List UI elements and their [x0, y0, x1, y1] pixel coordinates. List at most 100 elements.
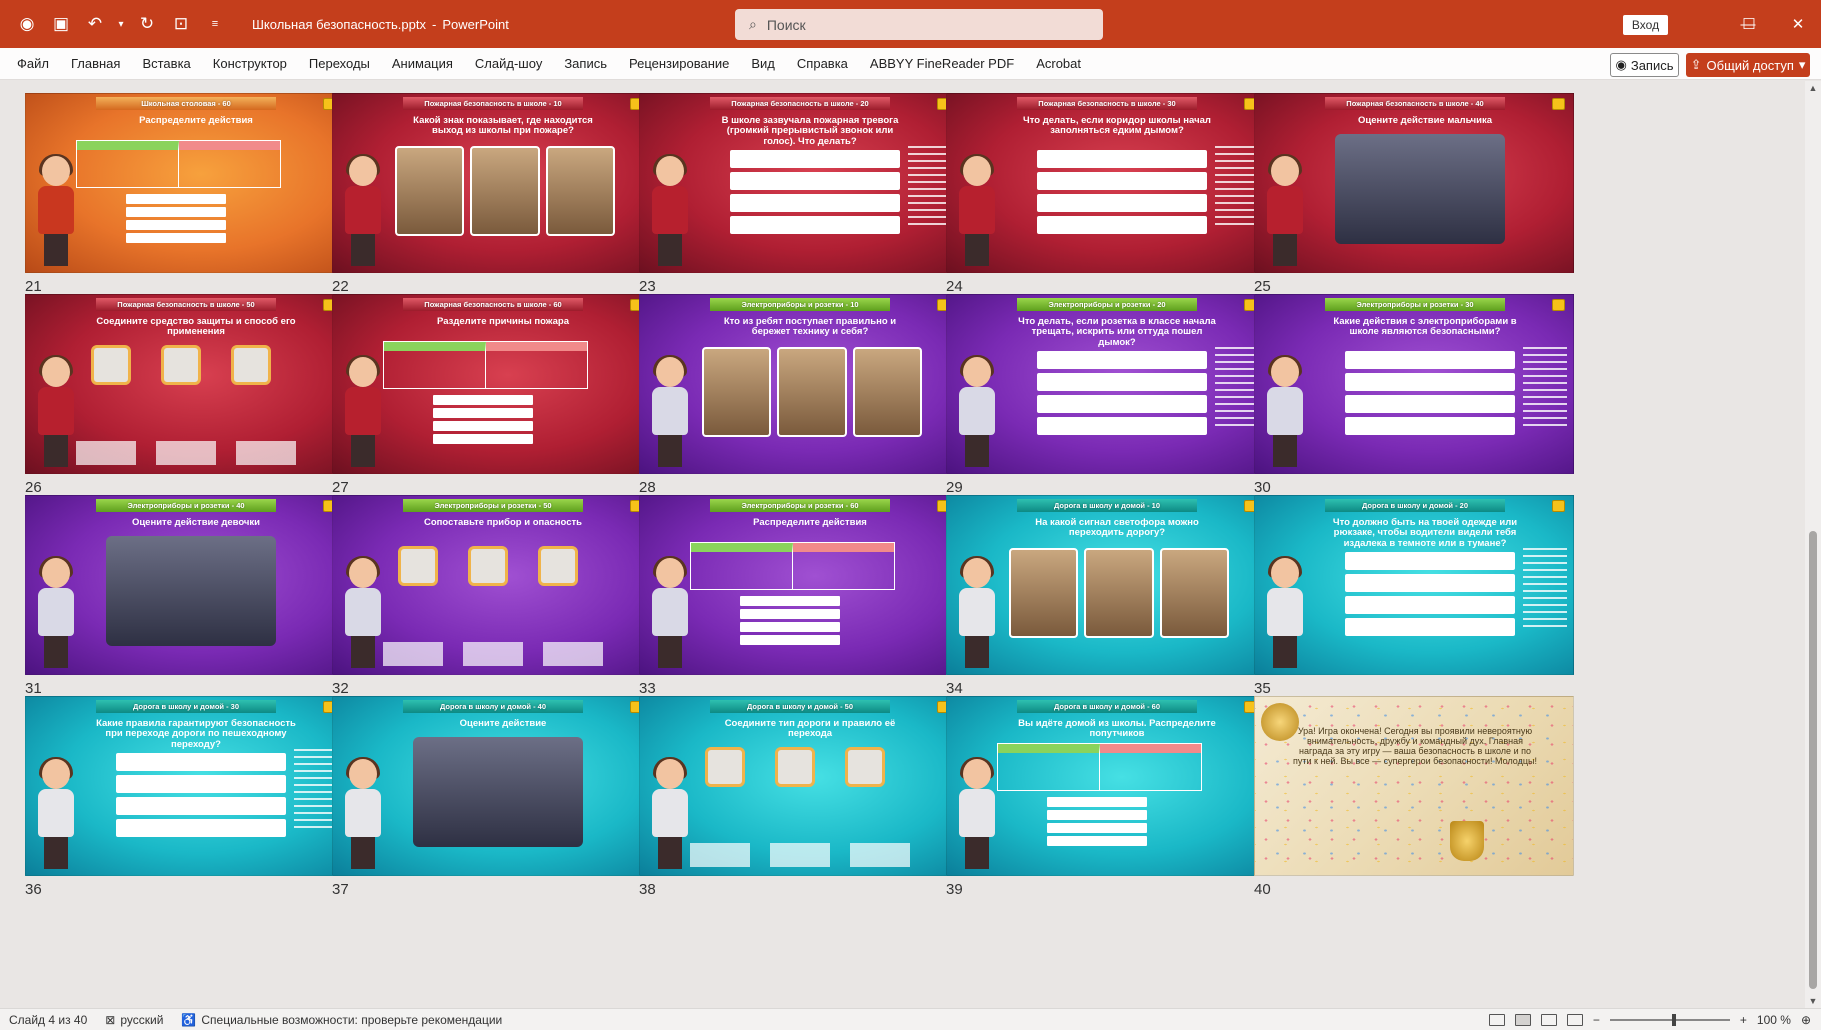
character-figure: [951, 154, 1003, 268]
slide-title: Оцените действие девочки: [131, 517, 261, 528]
slide-thumbnail[interactable]: Электроприборы и розетки - 60 Распределит…: [639, 495, 959, 675]
slide-thumbnail[interactable]: Электроприборы и розетки - 40 Оцените дей…: [25, 495, 345, 675]
scroll-up-icon[interactable]: ▲: [1805, 81, 1821, 95]
slide-number: 36: [25, 881, 42, 898]
slide-thumbnail[interactable]: Ура! Игра окончена! Сегодня вы проявили …: [1254, 696, 1574, 876]
slide-thumbnail[interactable]: Пожарная безопасность в школе - 10 Какой …: [332, 93, 652, 273]
slide-header: Электроприборы и розетки - 10: [710, 298, 890, 311]
slide-header: Дорога в школу и домой - 50: [710, 700, 890, 713]
slide-thumbnail[interactable]: Электроприборы и розетки - 50 Сопоставьте…: [332, 495, 652, 675]
slide-thumbnail[interactable]: Электроприборы и розетки - 10 Кто из ребя…: [639, 294, 959, 474]
tab-view[interactable]: Вид: [740, 48, 786, 80]
slide-thumbnail[interactable]: Электроприборы и розетки - 30 Какие дейст…: [1254, 294, 1574, 474]
slide-thumbnail[interactable]: Дорога в школу и домой - 60 Вы идёте домо…: [946, 696, 1266, 876]
undo-dropdown-icon[interactable]: ▾: [114, 9, 128, 39]
language-indicator[interactable]: ⊠ русский: [96, 1009, 172, 1030]
scroll-thumb[interactable]: [1809, 531, 1817, 989]
zoom-level[interactable]: 100 %: [1757, 1013, 1791, 1027]
restore-icon[interactable]: ☐: [1734, 9, 1764, 39]
vertical-scrollbar[interactable]: ▲ ▼: [1805, 81, 1821, 1008]
tab-design[interactable]: Конструктор: [202, 48, 298, 80]
scene-image: [106, 536, 276, 646]
view-controls: − + 100 % ⊕: [1488, 1009, 1811, 1030]
slide-sorter-view-icon[interactable]: [1514, 1014, 1531, 1026]
reading-view-icon[interactable]: [1540, 1014, 1557, 1026]
document-title: Школьная безопасность.pptx - PowerPoint: [252, 17, 509, 32]
slide-header: Дорога в школу и домой - 30: [96, 700, 276, 713]
tab-transitions[interactable]: Переходы: [298, 48, 381, 80]
character-figure: [951, 757, 1003, 871]
tab-home[interactable]: Главная: [60, 48, 131, 80]
slide-number: 27: [332, 479, 349, 496]
accessibility-icon: ♿: [181, 1012, 197, 1027]
zoom-thumb[interactable]: [1671, 1014, 1676, 1026]
share-button[interactable]: ⇪ Общий доступ ▾: [1686, 53, 1810, 77]
match-labels: [690, 843, 920, 867]
tab-insert[interactable]: Вставка: [131, 48, 201, 80]
normal-view-icon[interactable]: [1488, 1014, 1505, 1026]
signin-button[interactable]: Вход: [1623, 15, 1668, 35]
slide-header: Школьная столовая - 60: [96, 97, 276, 110]
tab-animations[interactable]: Анимация: [381, 48, 464, 80]
slide-number: 29: [946, 479, 963, 496]
customize-icon[interactable]: ≡: [200, 9, 230, 39]
slide-thumbnail[interactable]: Дорога в школу и домой - 20 Что должно бы…: [1254, 495, 1574, 675]
slide-title: На какой сигнал светофора можно переходи…: [1035, 517, 1199, 539]
slide-counter: Слайд 4 из 40: [9, 1012, 88, 1027]
slide-thumbnail[interactable]: Пожарная безопасность в школе - 30 Что де…: [946, 93, 1266, 273]
accessibility-indicator[interactable]: ♿ Специальные возможности: проверьте рек…: [172, 1009, 511, 1030]
slide-thumbnail[interactable]: Пожарная безопасность в школе - 60 Раздел…: [332, 294, 652, 474]
sort-items: [1047, 797, 1147, 849]
zoom-in-icon[interactable]: +: [1740, 1013, 1747, 1027]
close-icon[interactable]: ✕: [1783, 9, 1813, 39]
fit-to-window-icon[interactable]: ⊕: [1801, 1013, 1811, 1027]
slide-number: 34: [946, 680, 963, 697]
sort-items: [433, 395, 533, 447]
slide-header: Электроприборы и розетки - 60: [710, 499, 890, 512]
slide-thumbnail[interactable]: Пожарная безопасность в школе - 20 В школ…: [639, 93, 959, 273]
tab-acrobat[interactable]: Acrobat: [1025, 48, 1092, 80]
tab-record[interactable]: Запись: [553, 48, 618, 80]
match-icons: [690, 747, 900, 787]
tab-abbyy[interactable]: ABBYY FineReader PDF: [859, 48, 1025, 80]
record-button[interactable]: ◉ Запись: [1610, 53, 1679, 77]
slide-number: 26: [25, 479, 42, 496]
slide-thumbnail[interactable]: Дорога в школу и домой - 30 Какие правила…: [25, 696, 345, 876]
tab-help[interactable]: Справка: [786, 48, 859, 80]
chevron-down-icon: ▾: [1798, 57, 1806, 72]
answer-options: [1037, 150, 1207, 238]
tab-file[interactable]: Файл: [0, 48, 60, 80]
redo-icon[interactable]: ↻: [132, 9, 162, 39]
corner-badge-icon: [1552, 98, 1565, 110]
slide-thumbnail[interactable]: Пожарная безопасность в школе - 40 Оценит…: [1254, 93, 1574, 273]
slide-number: 28: [639, 479, 656, 496]
slide-thumbnail[interactable]: Дорога в школу и домой - 10 На какой сигн…: [946, 495, 1266, 675]
zoom-slider[interactable]: [1609, 1014, 1730, 1026]
slide-number: 39: [946, 881, 963, 898]
save-icon[interactable]: ▣: [46, 9, 76, 39]
slide-thumbnail[interactable]: Школьная столовая - 60 Распределите дейст…: [25, 93, 345, 273]
zoom-out-icon[interactable]: −: [1593, 1013, 1600, 1027]
search-box[interactable]: ⌕ Поиск: [735, 9, 1103, 40]
slide-number: 25: [1254, 278, 1271, 295]
present-icon[interactable]: ⊡: [166, 9, 196, 39]
slide-thumbnail[interactable]: Пожарная безопасность в школе - 50 Соедин…: [25, 294, 345, 474]
slideshow-view-icon[interactable]: [1566, 1014, 1583, 1026]
autosave-icon[interactable]: ◉: [12, 9, 42, 39]
slide-thumbnail[interactable]: Дорога в школу и домой - 40 Оцените дейст…: [332, 696, 652, 876]
undo-icon[interactable]: ↶: [80, 9, 110, 39]
slide-thumbnail[interactable]: Электроприборы и розетки - 20 Что делать,…: [946, 294, 1266, 474]
character-figure: [1259, 154, 1311, 268]
slide-title: В школе зазвучала пожарная тревога (гром…: [721, 115, 899, 147]
spellcheck-icon: ⊠: [105, 1012, 116, 1027]
sort-items: [740, 596, 840, 648]
tab-slideshow[interactable]: Слайд-шоу: [464, 48, 553, 80]
tab-review[interactable]: Рецензирование: [618, 48, 740, 80]
scroll-down-icon[interactable]: ▼: [1805, 994, 1821, 1008]
slide-title: Ура! Игра окончена! Сегодня вы проявили …: [1293, 726, 1537, 766]
powerpoint-window: ◉ ▣ ↶ ▾ ↻ ⊡ ≡ Школьная безопасность.pptx…: [0, 0, 1821, 1030]
character-figure: [30, 154, 82, 268]
character-figure: [644, 355, 696, 469]
picture-choices: [1009, 548, 1229, 638]
slide-thumbnail[interactable]: Дорога в школу и домой - 50 Соедините тип…: [639, 696, 959, 876]
